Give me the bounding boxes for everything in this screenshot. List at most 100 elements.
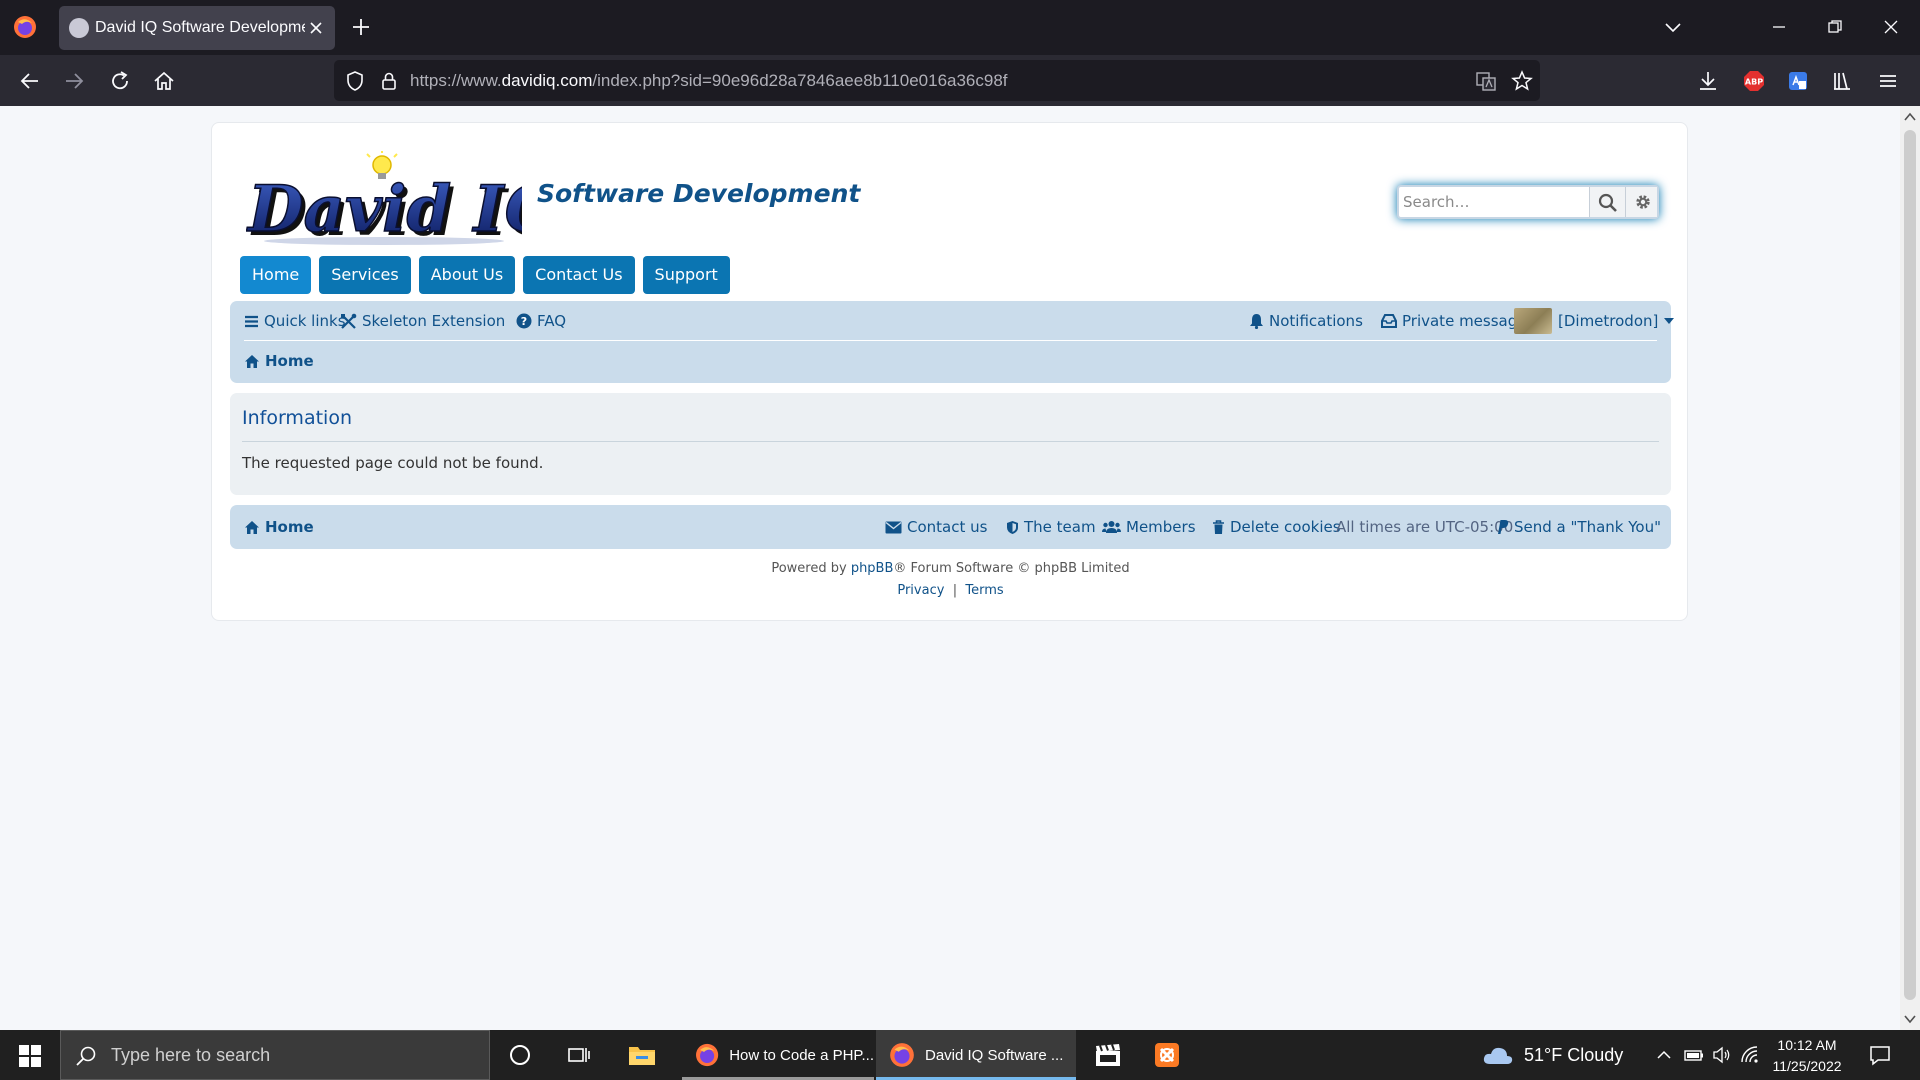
legal-separator: | [952,583,958,598]
taskbar-search-placeholder: Type here to search [111,1045,271,1065]
new-tab-plus-icon[interactable] [350,16,372,38]
notifications-label: Notifications [1269,312,1363,330]
nav-services-button[interactable]: Services [319,256,411,294]
inbox-icon [1381,314,1397,328]
private-messages-link[interactable]: Private messages [1381,312,1534,330]
weather-widget[interactable]: 51°F Cloudy [1482,1030,1623,1080]
video-editor-clapper-icon[interactable] [1094,1042,1120,1068]
start-button[interactable] [0,1030,60,1080]
quick-links-menu[interactable]: Quick links [244,312,346,330]
library-icon[interactable] [1830,69,1854,93]
taskbar-app-firefox-1[interactable]: How to Code a PHP... [682,1030,874,1080]
page-wrapper: David IQ David IQ Software Development H… [211,122,1688,621]
clock-time: 10:12 AM [1777,1037,1837,1053]
search-input[interactable] [1401,189,1587,215]
search-icon [75,1045,97,1067]
windows-taskbar: Type here to search How to Code a PHP...… [0,1030,1920,1080]
breadcrumb-home: Home [265,352,314,370]
clock-date: 11/25/2022 [1772,1058,1842,1074]
send-thank-you-label: Send a "Thank You" [1514,518,1661,536]
scroll-up-arrow-icon[interactable] [1903,110,1917,124]
firefox-icon [890,1043,914,1067]
downloads-icon[interactable] [1696,69,1720,93]
url-prefix: https://www. [410,71,502,90]
windows-logo-icon [19,1045,41,1067]
contact-us-link[interactable]: Contact us [885,518,987,536]
faq-link[interactable]: ? FAQ [516,312,566,330]
window-restore-icon[interactable] [1824,16,1846,38]
url-text[interactable]: https://www.davidiq.com/index.php?sid=90… [410,71,1008,91]
breadcrumb[interactable]: Home [244,349,314,373]
cortana-circle-icon[interactable] [507,1042,533,1068]
list-all-tabs-chevron-icon[interactable] [1662,16,1684,38]
adblock-plus-icon[interactable]: ABP [1742,69,1766,93]
hamburger-menu-icon[interactable] [1876,69,1900,93]
wifi-icon[interactable] [1740,1045,1760,1065]
information-message: The requested page could not be found. [242,454,544,472]
scroll-down-arrow-icon[interactable] [1903,1012,1917,1026]
members-link[interactable]: Members [1102,518,1196,536]
footer-home-link[interactable]: Home [244,518,314,536]
page-scrollbar[interactable] [1900,106,1920,1030]
bookmark-star-icon[interactable] [1510,69,1534,93]
show-hidden-icons-chevron-icon[interactable] [1654,1045,1674,1065]
powered-suffix: ® Forum Software © phpBB Limited [893,561,1130,576]
battery-icon[interactable] [1684,1045,1704,1065]
information-title: Information [242,407,352,429]
timezone-text: All times are UTC-05:00 [1336,518,1514,536]
send-thank-you-link[interactable]: Send a "Thank You" [1496,518,1661,536]
nav-home-button[interactable]: Home [240,256,312,294]
tracking-protection-shield-icon[interactable] [344,70,366,92]
nav-about-us-button[interactable]: About Us [418,256,516,294]
phpbb-link[interactable]: phpBB [851,561,894,576]
main-navigation: Home Services About Us Contact Us Suppor… [240,256,730,294]
legal-links: Privacy | Terms [212,583,1689,598]
firefox-menu-icon[interactable] [12,14,38,40]
caret-down-icon [1664,318,1675,324]
window-close-icon[interactable] [1880,16,1902,38]
task-view-icon[interactable] [566,1042,592,1068]
bell-icon [1250,314,1263,329]
taskbar-app2-label: David IQ Software ... [925,1046,1064,1064]
home-icon[interactable] [152,69,176,93]
envelope-icon [885,521,902,533]
notifications-link[interactable]: Notifications [1249,312,1363,330]
privacy-link[interactable]: Privacy [897,583,944,598]
page-viewport: David IQ David IQ Software Development H… [0,106,1900,1030]
translate-page-icon[interactable] [1474,69,1498,93]
skeleton-extension-label: Skeleton Extension [362,312,506,330]
reload-icon[interactable] [108,69,132,93]
padlock-icon[interactable] [378,70,400,92]
advanced-search-button[interactable] [1625,187,1657,217]
volume-icon[interactable] [1712,1045,1732,1065]
taskbar-search-box[interactable]: Type here to search [60,1030,490,1080]
shield-icon [1007,520,1018,534]
terms-link[interactable]: Terms [965,583,1003,598]
xampp-icon[interactable] [1154,1042,1180,1068]
footer-home-label: Home [265,518,314,536]
delete-cookies-link[interactable]: Delete cookies [1212,518,1341,536]
back-arrow-icon[interactable] [18,69,42,93]
search-button[interactable] [1589,187,1625,217]
skeleton-extension-link[interactable]: Skeleton Extension [340,312,505,330]
svg-text:?: ? [521,315,527,328]
user-menu[interactable]: [Dimetrodon] [1514,308,1675,334]
scrollbar-thumb[interactable] [1904,130,1916,1000]
delete-cookies-label: Delete cookies [1230,518,1341,536]
tab-close-icon[interactable] [307,19,325,37]
system-clock[interactable]: 10:12 AM 11/25/2022 [1762,1035,1852,1077]
address-bar[interactable]: https://www.davidiq.com/index.php?sid=90… [334,60,1540,101]
nav-contact-us-button[interactable]: Contact Us [523,256,635,294]
site-logo[interactable]: David IQ David IQ [246,151,522,247]
forward-arrow-icon[interactable] [62,69,86,93]
forum-navbar-links: Quick links Skeleton Extension ? FAQ Not… [244,301,1675,341]
browser-tab-active[interactable]: David IQ Software Development [59,6,335,50]
file-explorer-icon[interactable] [628,1042,655,1068]
translate-extension-icon[interactable] [1786,69,1810,93]
taskbar-app-firefox-2[interactable]: David IQ Software ... [876,1030,1076,1080]
the-team-link[interactable]: The team [1006,518,1096,536]
gear-icon [1636,195,1650,209]
nav-support-button[interactable]: Support [642,256,730,294]
action-center-icon[interactable] [1868,1043,1892,1067]
window-minimize-icon[interactable] [1768,16,1790,38]
